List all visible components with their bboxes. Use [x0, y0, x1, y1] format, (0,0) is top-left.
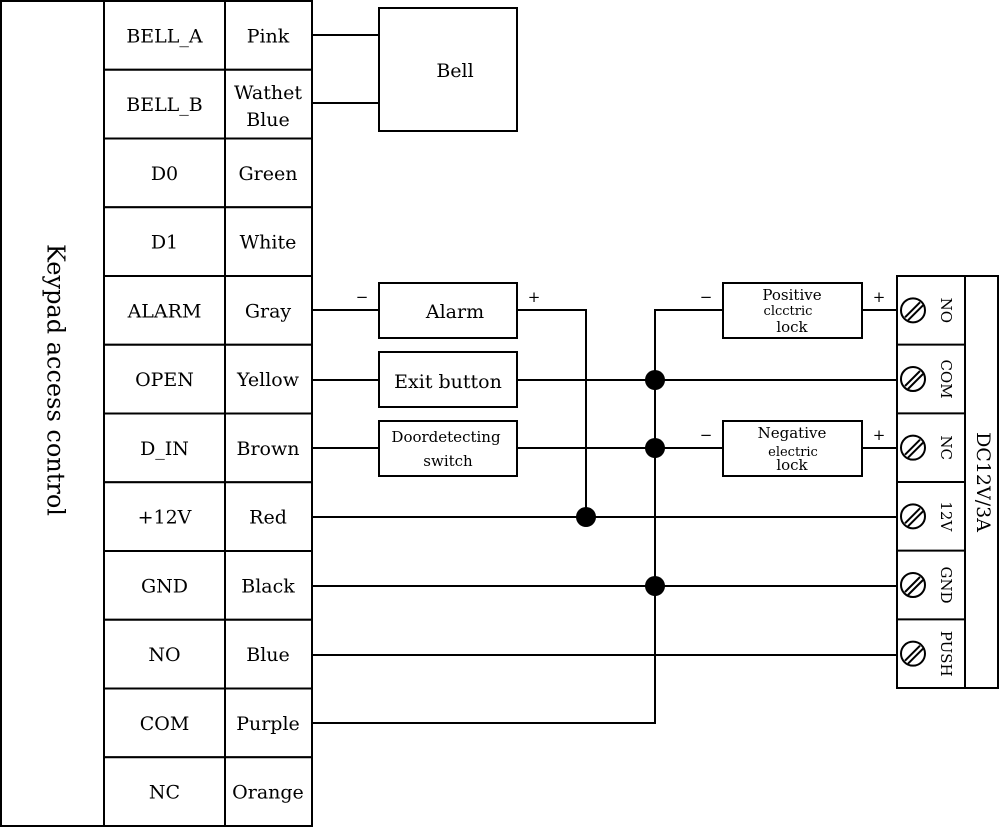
- negative-lock-label-3: lock: [776, 456, 808, 474]
- wire-row: BELL_A Pink: [103, 0, 313, 71]
- terminal-label: BELL_A: [126, 25, 203, 47]
- keypad-controller: Keypad access control: [0, 0, 105, 827]
- door-switch-device: Doordetecting switch: [378, 420, 518, 477]
- terminal-label: NC: [149, 782, 180, 804]
- bell-device: Bell: [378, 7, 518, 132]
- wire-row: OPEN Yellow: [103, 343, 313, 415]
- bell-label: Bell: [436, 60, 473, 82]
- wire-color-label: Purple: [236, 713, 300, 735]
- wire-row: NC Orange: [103, 756, 313, 827]
- controller-title: Keypad access control: [42, 244, 70, 516]
- wiring-diagram: Keypad access control BELL_A Pink BELL_BWa…: [0, 0, 999, 827]
- wire-color-label: Orange: [232, 782, 304, 804]
- wire-color-label: Yellow: [236, 369, 300, 391]
- exit-button-device: Exit button: [378, 351, 518, 408]
- terminal-label: D_IN: [140, 438, 189, 460]
- power-supply-title: DC12V/3A: [972, 432, 994, 532]
- wire-row: D_IN Brown: [103, 412, 313, 484]
- supply-terminal-label: PUSH: [937, 631, 955, 677]
- wire-row: D0 Green: [103, 137, 313, 209]
- supply-terminal-label: NO: [937, 298, 955, 323]
- terminal-label: D1: [151, 232, 178, 254]
- terminal-label: GND: [141, 575, 188, 597]
- supply-terminal-label: GND: [937, 566, 955, 603]
- wire-row: BELL_BWathet Blue: [103, 68, 313, 140]
- junction-dot: [645, 576, 665, 596]
- wire-row: +12V Red: [103, 481, 313, 552]
- positive-lock-label-2: clcctric: [764, 304, 813, 319]
- wire-row: ALARM Gray: [103, 275, 313, 346]
- positive-lock-device: Positive clcctric lock − +: [700, 282, 886, 339]
- wire-color-label: Green: [239, 163, 298, 185]
- wire-color-label: Red: [249, 507, 287, 529]
- door-switch-label-1: Doordetecting: [391, 428, 501, 446]
- bell-wires: [312, 34, 379, 104]
- junction-dot: [645, 370, 665, 390]
- wire-color-label: White: [240, 232, 297, 254]
- junction-dot: [576, 507, 596, 527]
- terminal-label: OPEN: [135, 369, 194, 391]
- wire-row: NO Blue: [103, 618, 313, 690]
- minus-sign: −: [700, 426, 713, 444]
- wire-row: GND Black: [103, 550, 313, 621]
- plus-sign: +: [528, 288, 541, 306]
- wire-color-label: Brown: [237, 438, 300, 460]
- junction-dot: [645, 438, 665, 458]
- minus-sign: −: [356, 288, 369, 306]
- wire-color-label: Gray: [245, 300, 292, 322]
- negative-lock-label-1: Negative: [758, 424, 827, 442]
- positive-lock-label-3: lock: [776, 318, 808, 336]
- wire-color-label: Blue: [246, 644, 290, 666]
- plus-sign: +: [873, 426, 886, 444]
- wire-table: BELL_A Pink BELL_BWathet Blue D0 Green D1 White…: [103, 0, 313, 827]
- minus-sign: −: [700, 288, 713, 306]
- wire-row: D1 White: [103, 206, 313, 277]
- terminal-label: D0: [151, 163, 178, 185]
- terminal-label: +12V: [138, 507, 192, 529]
- alarm-label: Alarm: [425, 301, 484, 323]
- door-switch-label-2: switch: [423, 452, 473, 470]
- supply-terminal-label: COM: [937, 359, 955, 398]
- plus-sign: +: [873, 288, 886, 306]
- supply-terminal-label: 12V: [937, 501, 955, 532]
- terminal-label: ALARM: [127, 300, 202, 322]
- terminal-label: BELL_B: [126, 94, 203, 116]
- terminal-label: COM: [140, 713, 190, 735]
- positive-lock-label-1: Positive: [762, 286, 821, 304]
- supply-terminal-label: NC: [937, 435, 955, 460]
- wire-color-label: Pink: [247, 25, 290, 47]
- wire-color-label: Black: [241, 575, 295, 597]
- alarm-wires: [312, 309, 587, 517]
- terminal-label: NO: [148, 644, 180, 666]
- alarm-device: Alarm − +: [356, 282, 541, 339]
- exit-button-label: Exit button: [394, 371, 502, 393]
- negative-lock-device: Negative electric lock − +: [700, 420, 886, 477]
- power-supply: DC12V/3A NO COM NC 12V GND PUSH: [896, 275, 999, 689]
- wire-row: COM Purple: [103, 687, 313, 759]
